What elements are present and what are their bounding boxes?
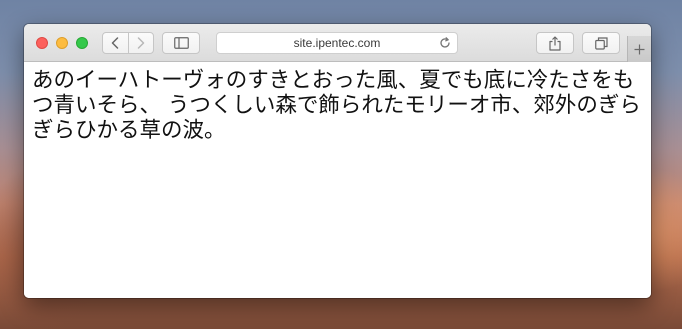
tabs-overview-button[interactable] <box>582 32 620 54</box>
page-body-text: あのイーハトーヴォのすきとおった風、夏でも底に冷たさをもつ青いそら、 うつくしい… <box>32 68 641 143</box>
browser-toolbar: site.ipentec.com <box>24 24 651 62</box>
navigation-buttons <box>102 32 154 54</box>
forward-button[interactable] <box>127 33 154 53</box>
sidebar-button[interactable] <box>162 32 200 54</box>
address-bar[interactable]: site.ipentec.com <box>216 32 458 54</box>
close-icon[interactable] <box>36 37 48 49</box>
back-button[interactable] <box>103 33 128 53</box>
share-button[interactable] <box>536 32 574 54</box>
forward-icon <box>137 37 144 49</box>
share-icon <box>549 35 561 51</box>
new-tab-icon <box>634 44 645 54</box>
address-url[interactable]: site.ipentec.com <box>217 33 457 53</box>
new-tab-button[interactable] <box>627 36 651 62</box>
minimize-icon[interactable] <box>56 37 68 49</box>
reload-button[interactable] <box>438 36 452 50</box>
reload-icon <box>440 37 450 48</box>
sidebar-icon <box>173 37 189 49</box>
zoom-icon[interactable] <box>76 37 88 49</box>
page-content: あのイーハトーヴォのすきとおった風、夏でも底に冷たさをもつ青いそら、 うつくしい… <box>24 62 651 298</box>
back-icon <box>112 37 119 49</box>
browser-window: site.ipentec.com あのイーハトーヴォのすきとおった風、夏でも底に… <box>24 24 651 298</box>
tabs-overview-icon <box>594 36 608 50</box>
